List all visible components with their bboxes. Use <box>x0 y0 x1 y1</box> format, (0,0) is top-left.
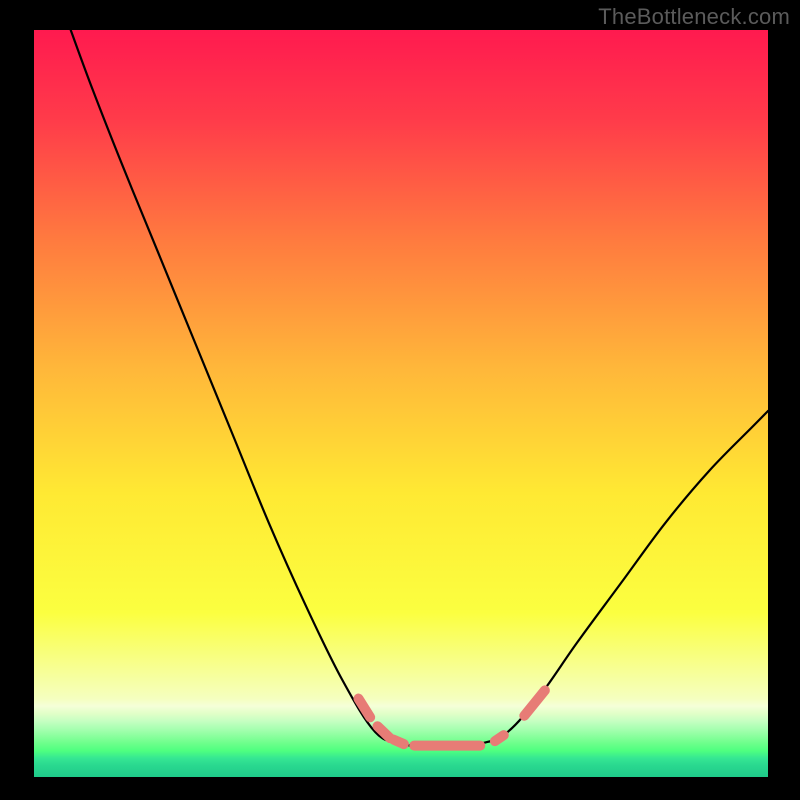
highlight-lozenge-2 <box>394 740 404 744</box>
highlight-lozenge-5 <box>524 690 545 715</box>
plot-area <box>34 30 768 777</box>
highlight-lozenge-0 <box>358 699 370 718</box>
gradient-background <box>34 30 768 777</box>
curve-bottleneck-curve <box>71 30 768 748</box>
chart-frame: TheBottleneck.com <box>0 0 800 800</box>
highlight-lozenge-1 <box>378 726 390 738</box>
highlight-lozenge-4 <box>495 735 504 741</box>
bottleneck-curve <box>34 30 768 777</box>
watermark-text: TheBottleneck.com <box>598 4 790 30</box>
